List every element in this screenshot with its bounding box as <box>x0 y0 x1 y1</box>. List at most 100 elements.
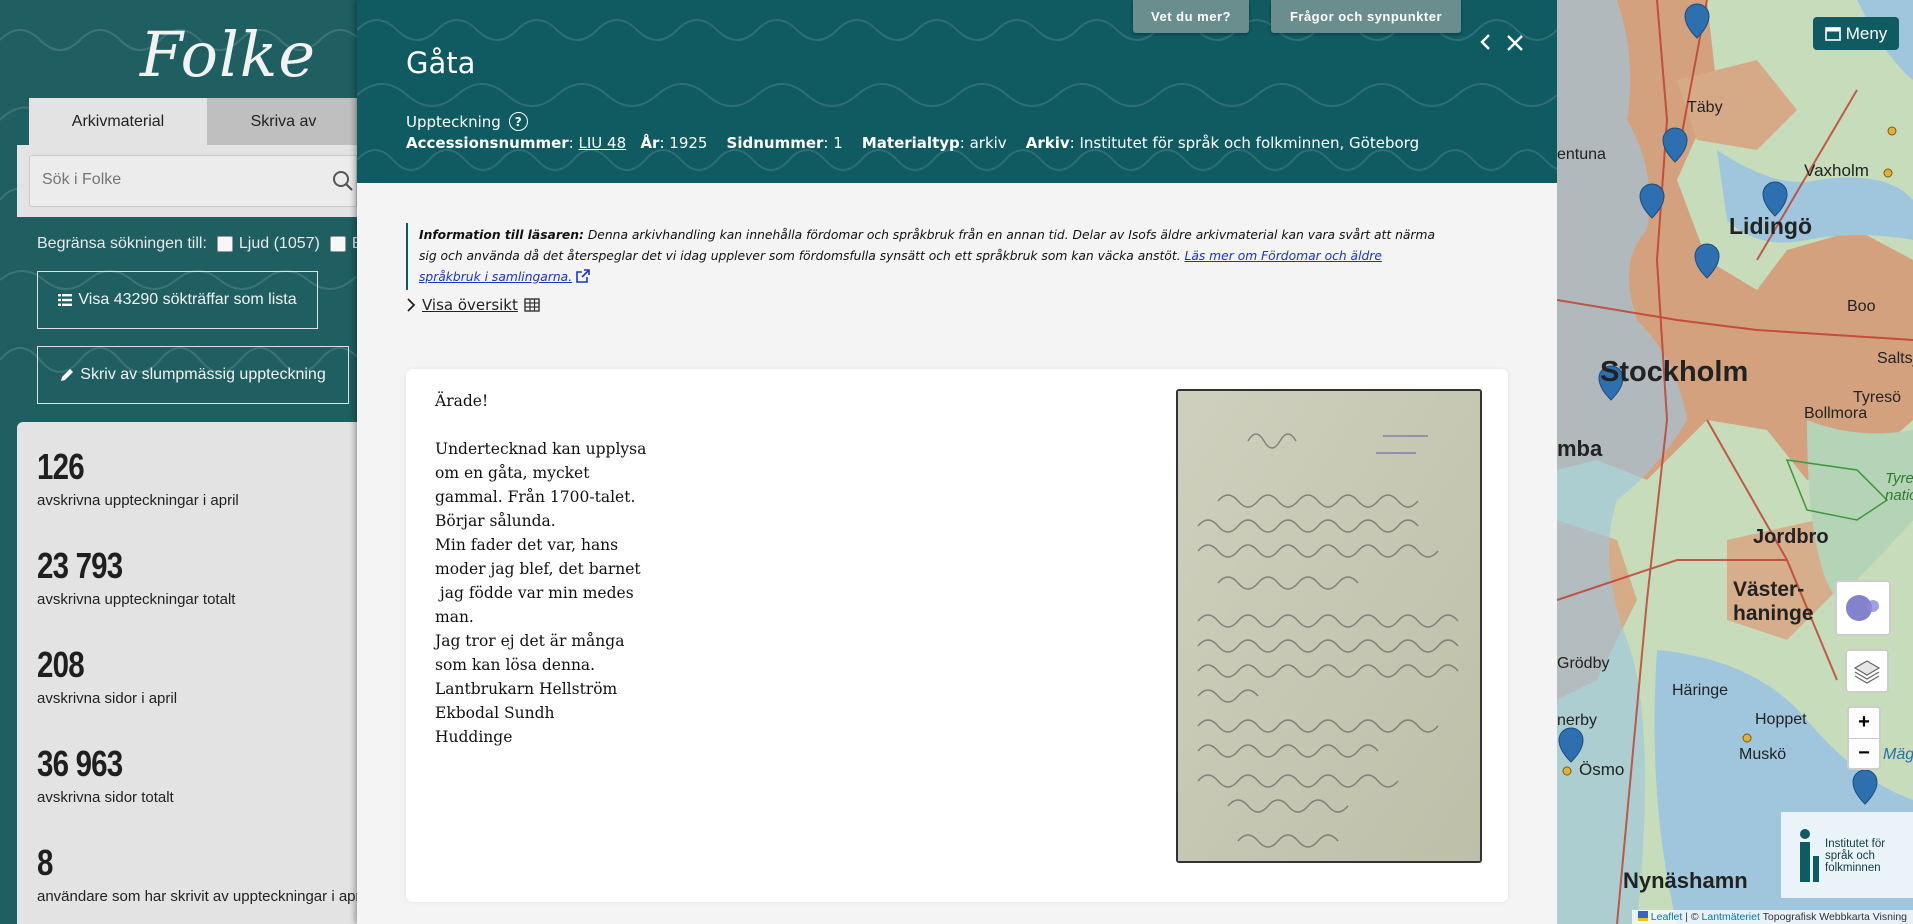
show-as-list-label: Visa 43290 sökträffar som lista <box>78 291 297 308</box>
statistics-panel: 126 avskrivna uppteckningar i april 23 7… <box>17 422 360 924</box>
menu-button-label: Meny <box>1845 23 1888 43</box>
leaflet-link[interactable]: Leaflet <box>1651 911 1683 923</box>
limit-label: Begränsa sökningen till: <box>37 235 207 252</box>
tab-skriva-av[interactable]: Skriva av <box>207 98 360 145</box>
tab-arkivmaterial[interactable]: Arkivmaterial <box>29 98 207 145</box>
close-icon[interactable] <box>1503 28 1527 56</box>
layers-button[interactable] <box>1845 649 1889 693</box>
stat-value: 126 <box>37 446 85 487</box>
zoom-in-button[interactable]: + <box>1849 708 1879 739</box>
material-type-label: Materialtyp <box>861 134 960 152</box>
isof-logo-text: Institutet för språk och folkminnen <box>1825 838 1886 874</box>
record-title: Gåta <box>406 46 476 80</box>
help-icon[interactable]: ? <box>508 112 528 131</box>
random-transcribe-button[interactable]: Skriv av slumpmässig uppteckning <box>37 346 349 404</box>
map-label: Boo <box>1847 298 1876 315</box>
zoom-out-button[interactable]: − <box>1849 739 1879 769</box>
show-overview-label: Visa översikt <box>422 296 518 314</box>
sidebar: Folke Arkivmaterial Skriva av Begränsa s… <box>0 0 360 924</box>
search-limit-row: Begränsa sökningen till: Ljud (1057) Bil… <box>37 235 360 253</box>
record-type-row: Uppteckning ? <box>406 112 528 131</box>
year-label: År <box>640 134 660 152</box>
lantmateriet-link[interactable]: Lantmäteriet <box>1702 911 1760 923</box>
list-icon <box>58 294 73 306</box>
stat-item: 36 963 avskrivna sidor totalt <box>37 743 174 806</box>
isof-logo[interactable]: Institutet för språk och folkminnen <box>1781 812 1913 898</box>
layers-icon <box>1853 660 1881 684</box>
limit-option-ljud[interactable]: Ljud (1057) <box>239 235 320 253</box>
record-header: Vet du mer? Frågor och synpunkter Gåta U… <box>357 0 1557 183</box>
map-label: Muskö <box>1739 746 1787 763</box>
pencil-icon <box>61 369 74 381</box>
map-label: Hoppet <box>1755 711 1807 728</box>
record-type: Uppteckning <box>406 112 501 131</box>
stat-value: 23 793 <box>37 545 123 586</box>
stat-item: 208 avskrivna sidor i april <box>37 644 177 707</box>
accession-label: Accessionsnummer <box>406 134 569 152</box>
map-tiles <box>1557 0 1913 924</box>
cluster-icon <box>1846 595 1879 621</box>
record-panel: Vet du mer? Frågor och synpunkter Gåta U… <box>357 0 1557 924</box>
stat-value: 8 <box>37 842 53 883</box>
checkbox-ljud[interactable] <box>216 236 233 252</box>
map-label: Saltsjö <box>1877 350 1913 367</box>
attribution-text: Topografisk Webbkarta Visning <box>1759 911 1907 923</box>
map-attribution: Leaflet | © Lantmäteriet Topografisk Web… <box>1631 910 1913 924</box>
map-label: mba <box>1557 436 1603 461</box>
map-label: Mägga <box>1883 746 1913 763</box>
material-type-value: arkiv <box>969 134 1007 152</box>
stat-item: 8 användare som har skrivit av uppteckni… <box>37 842 360 905</box>
map-label: Bollmora <box>1804 405 1868 422</box>
map-label: Tyres natio <box>1885 470 1913 504</box>
stat-label: användare som har skrivit av uppteckning… <box>37 888 360 905</box>
checkbox-bild[interactable] <box>329 236 346 252</box>
stat-label: avskrivna uppteckningar totalt <box>37 591 236 608</box>
table-icon <box>524 298 540 312</box>
show-overview-toggle[interactable]: Visa översikt <box>406 296 540 314</box>
chevron-right-icon <box>407 298 416 312</box>
chevron-left-icon[interactable] <box>1476 28 1496 56</box>
search-area <box>17 145 360 217</box>
notice-heading: Information till läsaren: <box>419 228 584 242</box>
stat-label: avskrivna uppteckningar i april <box>37 492 239 509</box>
map-label: Täby <box>1687 99 1723 116</box>
sidebar-tabs: Arkivmaterial Skriva av <box>29 98 360 145</box>
accession-link[interactable]: LIU 48 <box>579 134 627 152</box>
handwritten-page <box>1178 391 1480 861</box>
zoom-control: + − <box>1847 706 1881 770</box>
map-label: Jordbro <box>1753 526 1829 548</box>
show-as-list-button[interactable]: Visa 43290 sökträffar som lista <box>37 271 318 329</box>
heatmap-toggle-button[interactable] <box>1835 580 1891 636</box>
map-label: Lidingö <box>1729 213 1813 239</box>
manuscript-scan-image[interactable] <box>1176 389 1482 863</box>
map-label: nerby <box>1557 712 1598 729</box>
search-icon[interactable] <box>332 170 354 192</box>
map-label: Stockholm <box>1600 356 1749 388</box>
reader-notice: Information till läsaren: Denna arkivhan… <box>406 223 1439 290</box>
stat-label: avskrivna sidor totalt <box>37 789 174 806</box>
page-value: 1 <box>833 134 843 152</box>
transcription-card: Ärade! Undertecknad kan upplysa om en gå… <box>406 369 1508 902</box>
questions-feedback-button[interactable]: Frågor och synpunkter <box>1271 0 1461 33</box>
stat-item: 23 793 avskrivna uppteckningar totalt <box>37 545 235 608</box>
page-label: Sidnummer <box>726 134 824 152</box>
map-label: Häringe <box>1672 682 1729 699</box>
search-box <box>29 155 357 207</box>
stat-value: 36 963 <box>37 743 123 784</box>
know-more-button[interactable]: Vet du mer? <box>1133 0 1249 33</box>
stat-item: 126 avskrivna uppteckningar i april <box>37 446 239 509</box>
window-icon <box>1824 26 1841 41</box>
year-value: 1925 <box>669 134 708 152</box>
map-label: entuna <box>1557 146 1606 163</box>
folke-logo[interactable]: Folke <box>140 18 316 91</box>
flag-icon <box>1637 911 1648 921</box>
transcription-text: Ärade! Undertecknad kan upplysa om en gå… <box>435 392 647 746</box>
external-link-icon[interactable] <box>576 269 590 283</box>
archive-value: Institutet för språk och folkminnen, Göt… <box>1079 134 1420 152</box>
search-input[interactable] <box>40 170 314 190</box>
menu-button[interactable]: Meny <box>1813 17 1899 50</box>
map-label: Vaxholm <box>1804 161 1869 180</box>
map-label: Väster- haninge <box>1733 578 1814 625</box>
map-view[interactable]: Täby Vaxholm Lidingö Boo Saltsjö Stockho… <box>1557 0 1913 924</box>
map-label: Grödby <box>1557 655 1610 672</box>
